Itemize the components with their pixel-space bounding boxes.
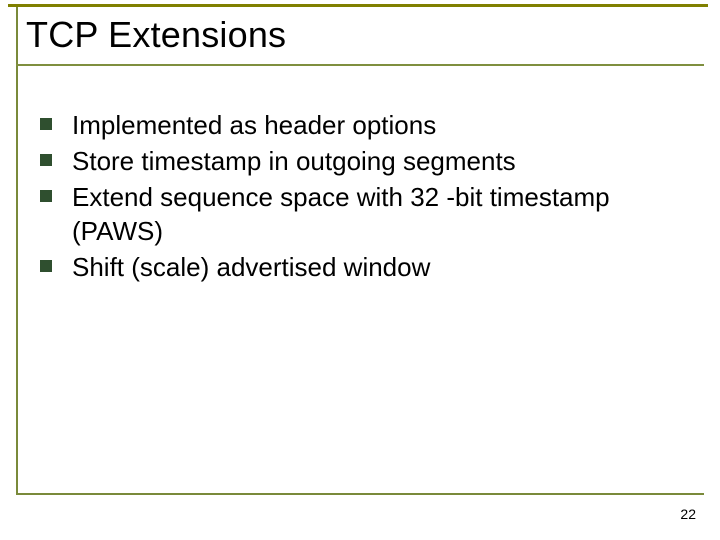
page-number: 22 [680, 506, 696, 522]
list-item-text: Shift (scale) advertised window [72, 250, 430, 284]
list-item: Extend sequence space with 32 -bit times… [40, 180, 680, 248]
slide-title: TCP Extensions [26, 14, 286, 56]
square-bullet-icon [40, 154, 52, 166]
list-item: Implemented as header options [40, 108, 680, 142]
square-bullet-icon [40, 190, 52, 202]
list-item: Shift (scale) advertised window [40, 250, 680, 284]
square-bullet-icon [40, 260, 52, 272]
list-item-text: Store timestamp in outgoing segments [72, 144, 516, 178]
slide: TCP Extensions Implemented as header opt… [0, 0, 720, 540]
square-bullet-icon [40, 118, 52, 130]
list-item-text: Extend sequence space with 32 -bit times… [72, 180, 680, 248]
list-item: Store timestamp in outgoing segments [40, 144, 680, 178]
bullet-list: Implemented as header options Store time… [40, 108, 680, 286]
list-item-text: Implemented as header options [72, 108, 436, 142]
title-underline [16, 64, 704, 66]
